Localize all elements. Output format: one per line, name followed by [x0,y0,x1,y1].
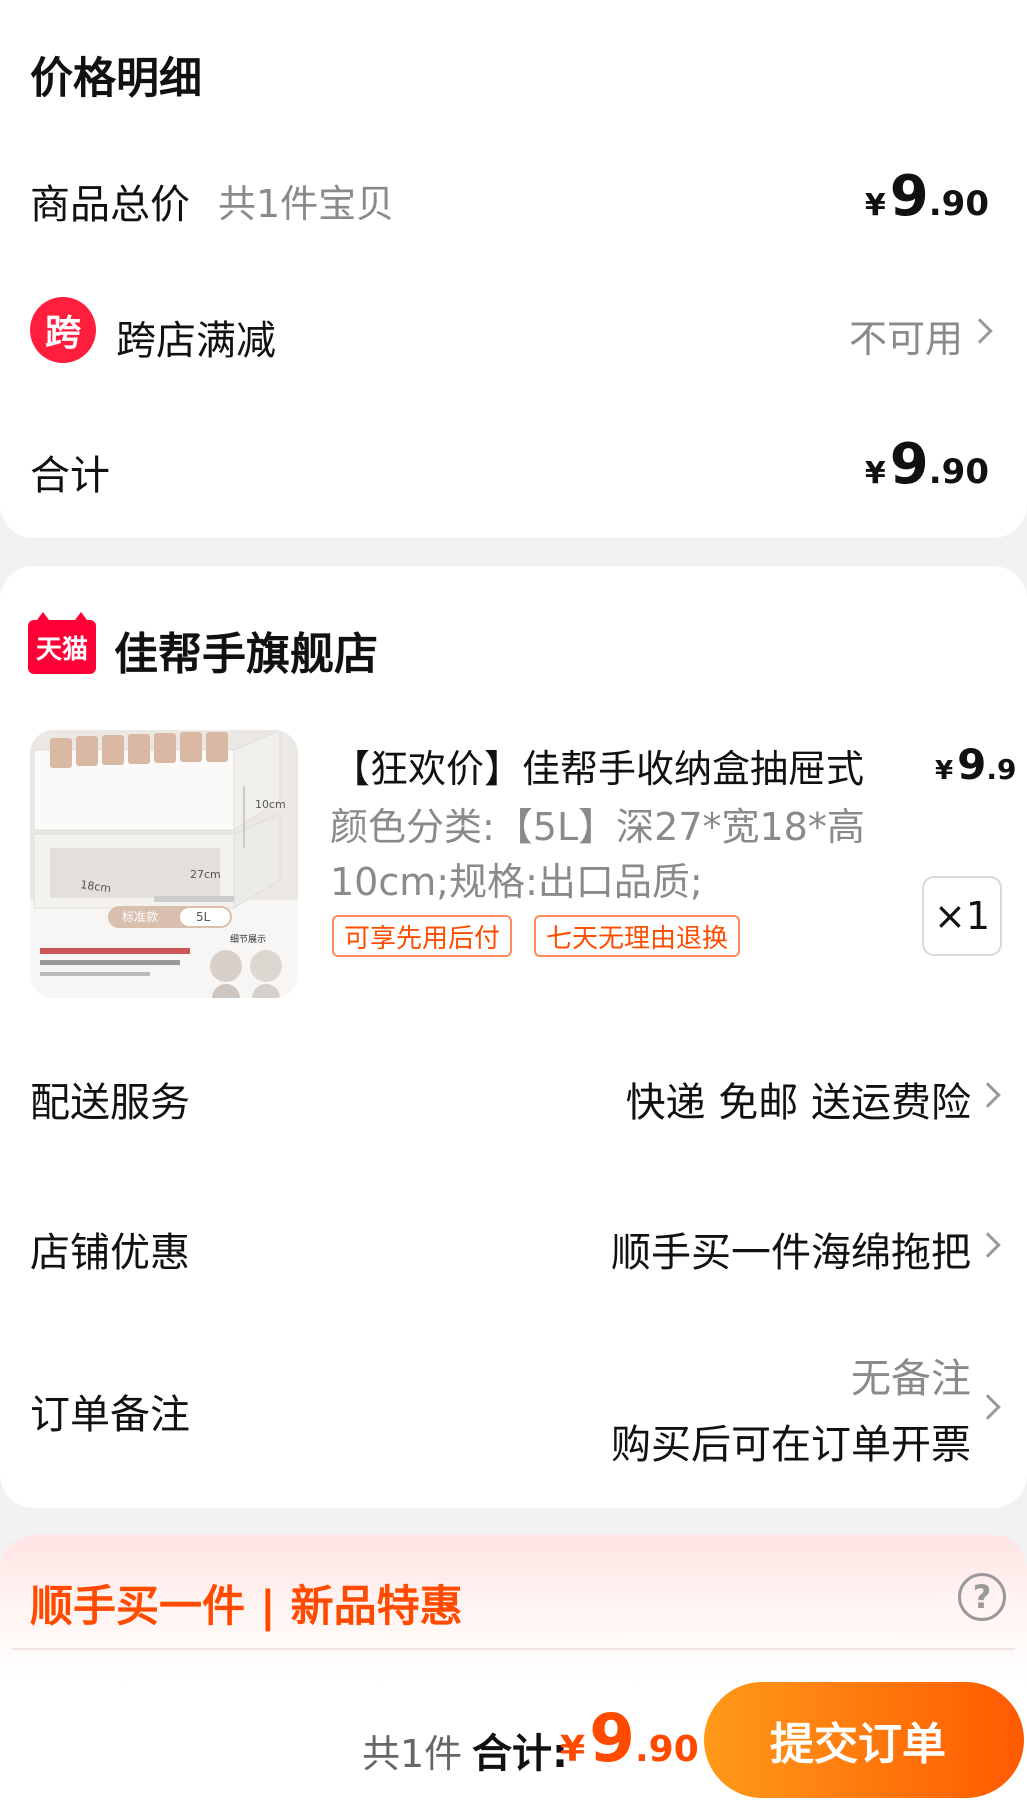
store-discount-row-link[interactable]: 顺手买一件海绵拖把 [560,1200,1027,1290]
divider [12,1648,1015,1650]
product-title[interactable]: 【狂欢价】佳帮手收纳盒抽屉式 [332,738,864,793]
price-decimal: .90 [928,452,989,492]
chevron-right-icon [975,1394,1001,1420]
volume-label: 5L [196,910,211,924]
product-thumbnail[interactable]: 10cm 27cm 18cm 标准款 5L 细节展示 [30,730,298,998]
price-integer: 9 [589,1700,635,1777]
cross-store-label: 跨店满减 [116,318,276,364]
tmall-logo-icon: 天猫 [28,612,96,674]
price-decimal: .90 [635,1729,699,1770]
product-spec[interactable]: 颜色分类:【5L】深27*宽18*高10cm;规格:出口品质; [330,800,890,910]
cross-store-row-link[interactable]: 不可用 [797,296,997,366]
delivery-value: 快递 免邮 送运费险 [625,1080,971,1126]
price-integer: 9 [957,740,987,789]
price-details-title: 价格明细 [30,54,202,104]
detail-label: 细节展示 [230,933,266,945]
cross-store-value: 不可用 [848,317,963,361]
store-discount-label: 店铺优惠 [30,1230,190,1276]
style-label: 标准款 [122,910,158,924]
tag-pay-later: 可享先用后付 [332,915,513,957]
currency-symbol: ¥ [560,1729,586,1770]
store-discount-value: 顺手买一件海绵拖把 [611,1230,971,1276]
currency-symbol: ¥ [935,756,954,786]
price-decimal: .9 [986,753,1017,786]
cross-store-badge-icon: 跨 [30,297,96,363]
chevron-right-icon [967,318,993,344]
delivery-row-link[interactable]: 快递 免邮 送运费险 [560,1050,1027,1140]
bottom-item-count: 共1件 [362,1732,463,1776]
quantity-stepper[interactable]: ×1 [922,876,1002,956]
dimension-depth: 27cm [190,868,221,881]
product-image: 10cm 27cm 18cm 标准款 5L 细节展示 [30,730,298,998]
submit-order-button[interactable]: 提交订单 [704,1682,1024,1798]
currency-symbol: ¥ [864,188,886,223]
item-price: ¥ 9 .9 [935,740,1016,789]
order-note-label: 订单备注 [30,1392,190,1438]
order-note-value: 无备注 [851,1356,971,1402]
price-integer: 9 [889,432,929,497]
price-details-card: 价格明细 商品总价 共1件宝贝 ¥ 9 .90 跨 跨店满减 不可用 合计 ¥ … [0,0,1027,538]
total-price: ¥ 9 .90 [865,432,989,497]
store-name[interactable]: 佳帮手旗舰店 [114,618,378,682]
bottom-total-label: 合计: [472,1731,568,1777]
tag-seven-day-return: 七天无理由退换 [534,915,741,957]
goods-count: 共1件宝贝 [218,182,395,226]
total-label: 合计 [30,453,110,499]
order-note-row-link[interactable]: 无备注 购买后可在订单开票 [560,1340,1027,1470]
delivery-label: 配送服务 [30,1080,190,1126]
bottom-total-price: ¥ 9 .90 [560,1700,699,1777]
currency-symbol: ¥ [864,456,886,491]
chevron-right-icon [975,1082,1001,1108]
price-decimal: .90 [928,184,989,224]
price-integer: 9 [889,164,929,229]
goods-total-label: 商品总价 [30,182,190,228]
goods-total-price: ¥ 9 .90 [865,164,989,229]
addon-title: 顺手买一件 | 新品特惠 [30,1582,463,1632]
help-icon[interactable]: ? [958,1573,1006,1621]
chevron-right-icon [975,1232,1001,1258]
dimension-height: 10cm [255,798,286,811]
invoice-hint: 购买后可在订单开票 [611,1422,971,1468]
